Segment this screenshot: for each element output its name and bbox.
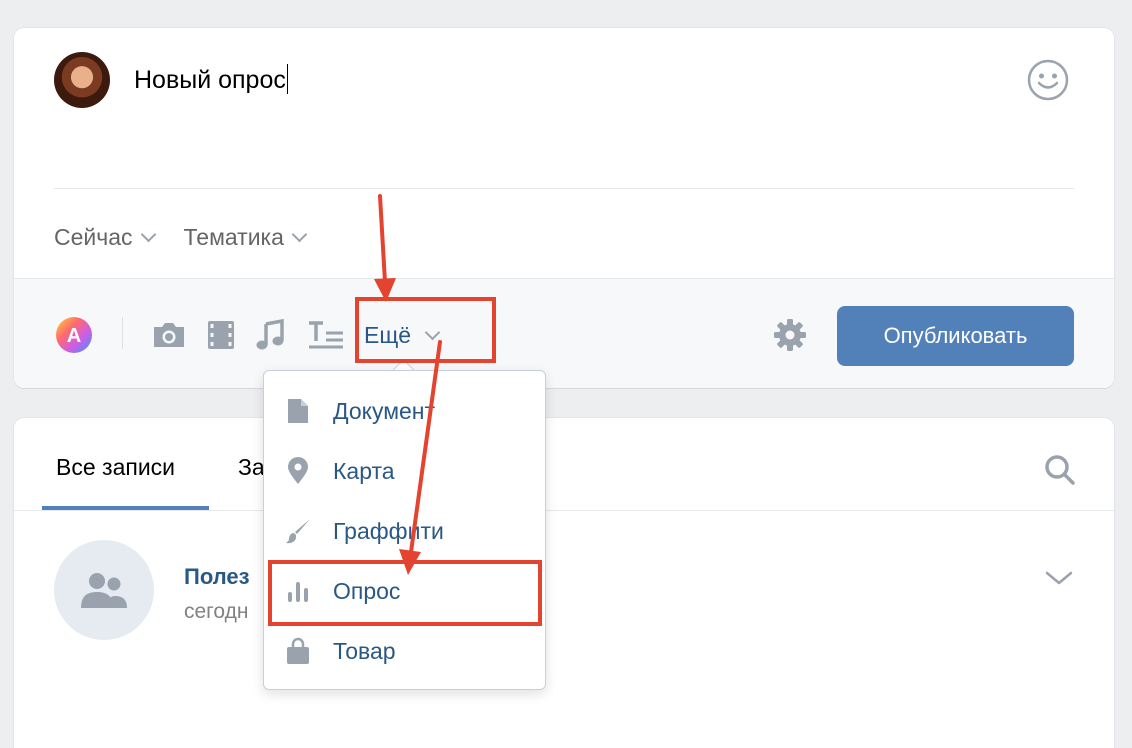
- settings-button[interactable]: [772, 317, 808, 353]
- users-icon: [81, 573, 127, 608]
- dropdown-item-label: Граффити: [333, 517, 444, 544]
- video-button[interactable]: [206, 317, 236, 353]
- chevron-down-icon: [424, 324, 441, 340]
- text-caret: [286, 64, 288, 94]
- article-button[interactable]: [306, 317, 346, 353]
- dropdown-item-map[interactable]: Карта: [264, 441, 545, 501]
- shopping-bag-icon: [287, 637, 309, 664]
- composer-divider: [54, 188, 1074, 189]
- time-selector-label: Сейчас: [54, 224, 133, 250]
- toolbar-separator: [122, 317, 123, 349]
- gear-icon: [774, 319, 806, 351]
- dropdown-item-poll[interactable]: Опрос: [264, 561, 545, 621]
- topic-selector-label: Тематика: [183, 224, 284, 250]
- film-icon: [208, 321, 234, 349]
- post-text-value: Новый опрос: [134, 66, 286, 94]
- publish-button-label: Опубликовать: [883, 323, 1028, 348]
- attachment-toolbar: A Ещё Опубликовать: [14, 278, 1114, 388]
- more-attachments-label: Ещё: [364, 321, 412, 348]
- post-text-input[interactable]: Новый опрос: [134, 64, 288, 95]
- dropdown-item-document[interactable]: Документ: [264, 381, 545, 441]
- article-text-icon: [309, 321, 343, 349]
- chevron-down-icon: [291, 226, 308, 243]
- text-style-button[interactable]: A: [54, 317, 94, 353]
- time-selector[interactable]: Сейчас: [54, 224, 156, 251]
- dropdown-item-label: Карта: [333, 457, 395, 484]
- dropdown-item-label: Товар: [333, 637, 396, 664]
- post-author-link[interactable]: Полез: [184, 564, 250, 590]
- tab-all-posts[interactable]: Все записи: [56, 454, 175, 481]
- camera-icon: [154, 323, 184, 347]
- wall-feed: Все записи За Полез сегодн: [14, 418, 1114, 748]
- photo-button[interactable]: [150, 317, 188, 353]
- map-pin-icon: [288, 457, 308, 484]
- publish-button[interactable]: Опубликовать: [837, 306, 1074, 366]
- active-tab-indicator: [42, 506, 209, 510]
- tab-second-label: За: [238, 454, 265, 480]
- post-menu-chevron-icon[interactable]: [1044, 568, 1074, 588]
- topic-selector[interactable]: Тематика: [183, 224, 308, 251]
- text-style-icon: A: [56, 317, 92, 353]
- post-composer: Новый опрос Сейчас Тематика A Ещё Опубли…: [14, 28, 1114, 388]
- brush-icon: [286, 519, 310, 544]
- dropdown-item-label: Документ: [333, 397, 436, 424]
- poll-icon: [288, 582, 308, 602]
- dropdown-item-graffiti[interactable]: Граффити: [264, 501, 545, 561]
- dropdown-item-label: Опрос: [333, 577, 401, 604]
- post-options-row: Сейчас Тематика: [54, 224, 308, 251]
- music-note-icon: [256, 319, 284, 350]
- search-icon[interactable]: [1044, 454, 1076, 486]
- feed-tabs: Все записи За: [14, 418, 1114, 511]
- music-button[interactable]: [254, 317, 286, 353]
- dropdown-item-product[interactable]: Товар: [264, 621, 545, 681]
- user-avatar[interactable]: [54, 52, 110, 108]
- emoji-smile-icon[interactable]: [1026, 58, 1070, 102]
- more-attachments-button[interactable]: Ещё: [364, 317, 454, 353]
- document-icon: [288, 399, 308, 423]
- group-avatar[interactable]: [54, 540, 154, 640]
- chevron-down-icon: [140, 226, 156, 243]
- tab-all-posts-label: Все записи: [56, 454, 176, 480]
- tab-second[interactable]: За: [238, 454, 265, 481]
- more-attachments-dropdown: Документ Карта Граффити Опрос Товар: [263, 370, 546, 690]
- post-date: сегодн: [184, 600, 249, 623]
- svg-text:A: A: [67, 325, 81, 347]
